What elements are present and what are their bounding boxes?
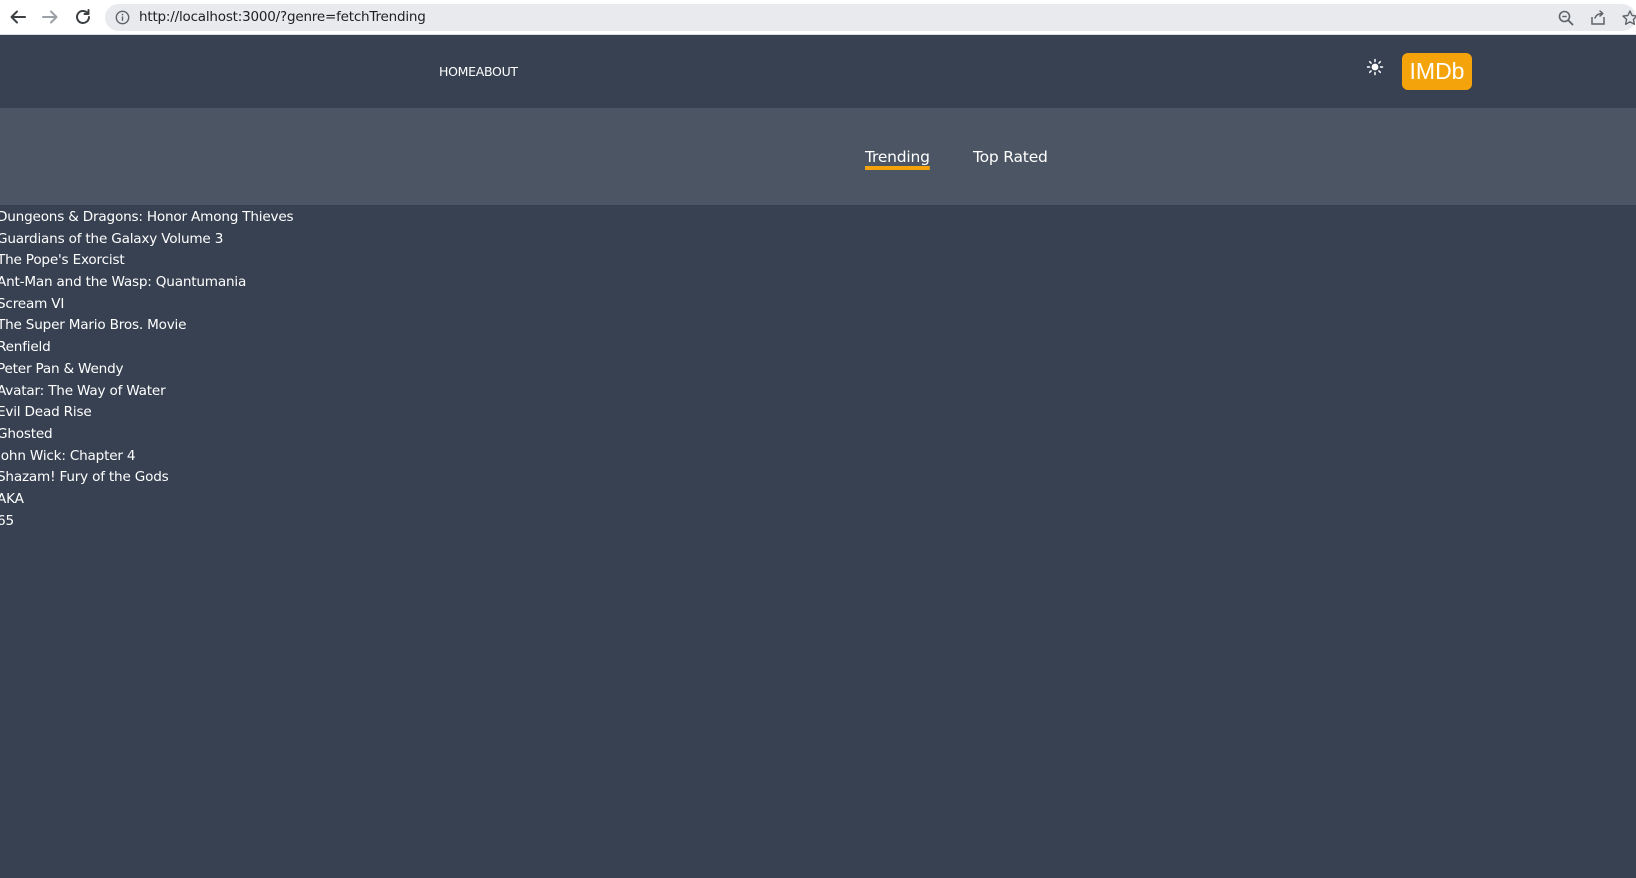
tab-top-rated[interactable]: Top Rated [973,148,1048,166]
movie-item[interactable]: Ghosted [0,424,293,446]
reload-icon[interactable] [72,6,94,28]
header-nav: HOME ABOUT [439,64,518,79]
movie-item[interactable]: 65 [0,511,293,533]
movie-item[interactable]: AKA [0,489,293,511]
url-text[interactable]: http://localhost:3000/?genre=fetchTrendi… [139,9,426,25]
info-icon[interactable] [115,10,130,25]
movie-item[interactable]: Guardians of the Galaxy Volume 3 [0,229,293,251]
movie-item[interactable]: The Super Mario Bros. Movie [0,315,293,337]
sun-icon[interactable] [1366,58,1384,76]
nav-about-link[interactable]: ABOUT [476,64,518,79]
movie-item[interactable]: The Pope's Exorcist [0,250,293,272]
movie-list: Dungeons & Dragons: Honor Among Thieves … [0,207,294,533]
address-bar[interactable]: http://localhost:3000/?genre=fetchTrendi… [105,4,1636,31]
nav-home-link[interactable]: HOME [439,64,476,79]
movie-item[interactable]: Shazam! Fury of the Gods [0,467,293,489]
share-icon[interactable] [1589,9,1607,27]
back-arrow-icon[interactable] [7,6,29,28]
app-header: HOME ABOUT IMDb [0,36,1636,108]
movie-item[interactable]: Scream VI [0,294,293,316]
forward-arrow-icon[interactable] [39,6,61,28]
browser-toolbar: http://localhost:3000/?genre=fetchTrendi… [0,0,1636,35]
movie-item[interactable]: Evil Dead Rise [0,402,293,424]
zoom-icon[interactable] [1557,9,1575,27]
movie-item[interactable]: Dungeons & Dragons: Honor Among Thieves [0,207,294,229]
bookmark-star-icon[interactable] [1621,9,1636,27]
movie-item[interactable]: Peter Pan & Wendy [0,359,293,381]
movie-item[interactable]: John Wick: Chapter 4 [0,446,293,468]
movie-item[interactable]: Avatar: The Way of Water [0,381,293,403]
genre-tab-bar: Trending Top Rated [0,108,1636,205]
movie-item[interactable]: Renfield [0,337,293,359]
imdb-logo[interactable]: IMDb [1402,53,1472,90]
tab-trending[interactable]: Trending [865,148,930,166]
movie-item[interactable]: Ant-Man and the Wasp: Quantumania [0,272,293,294]
